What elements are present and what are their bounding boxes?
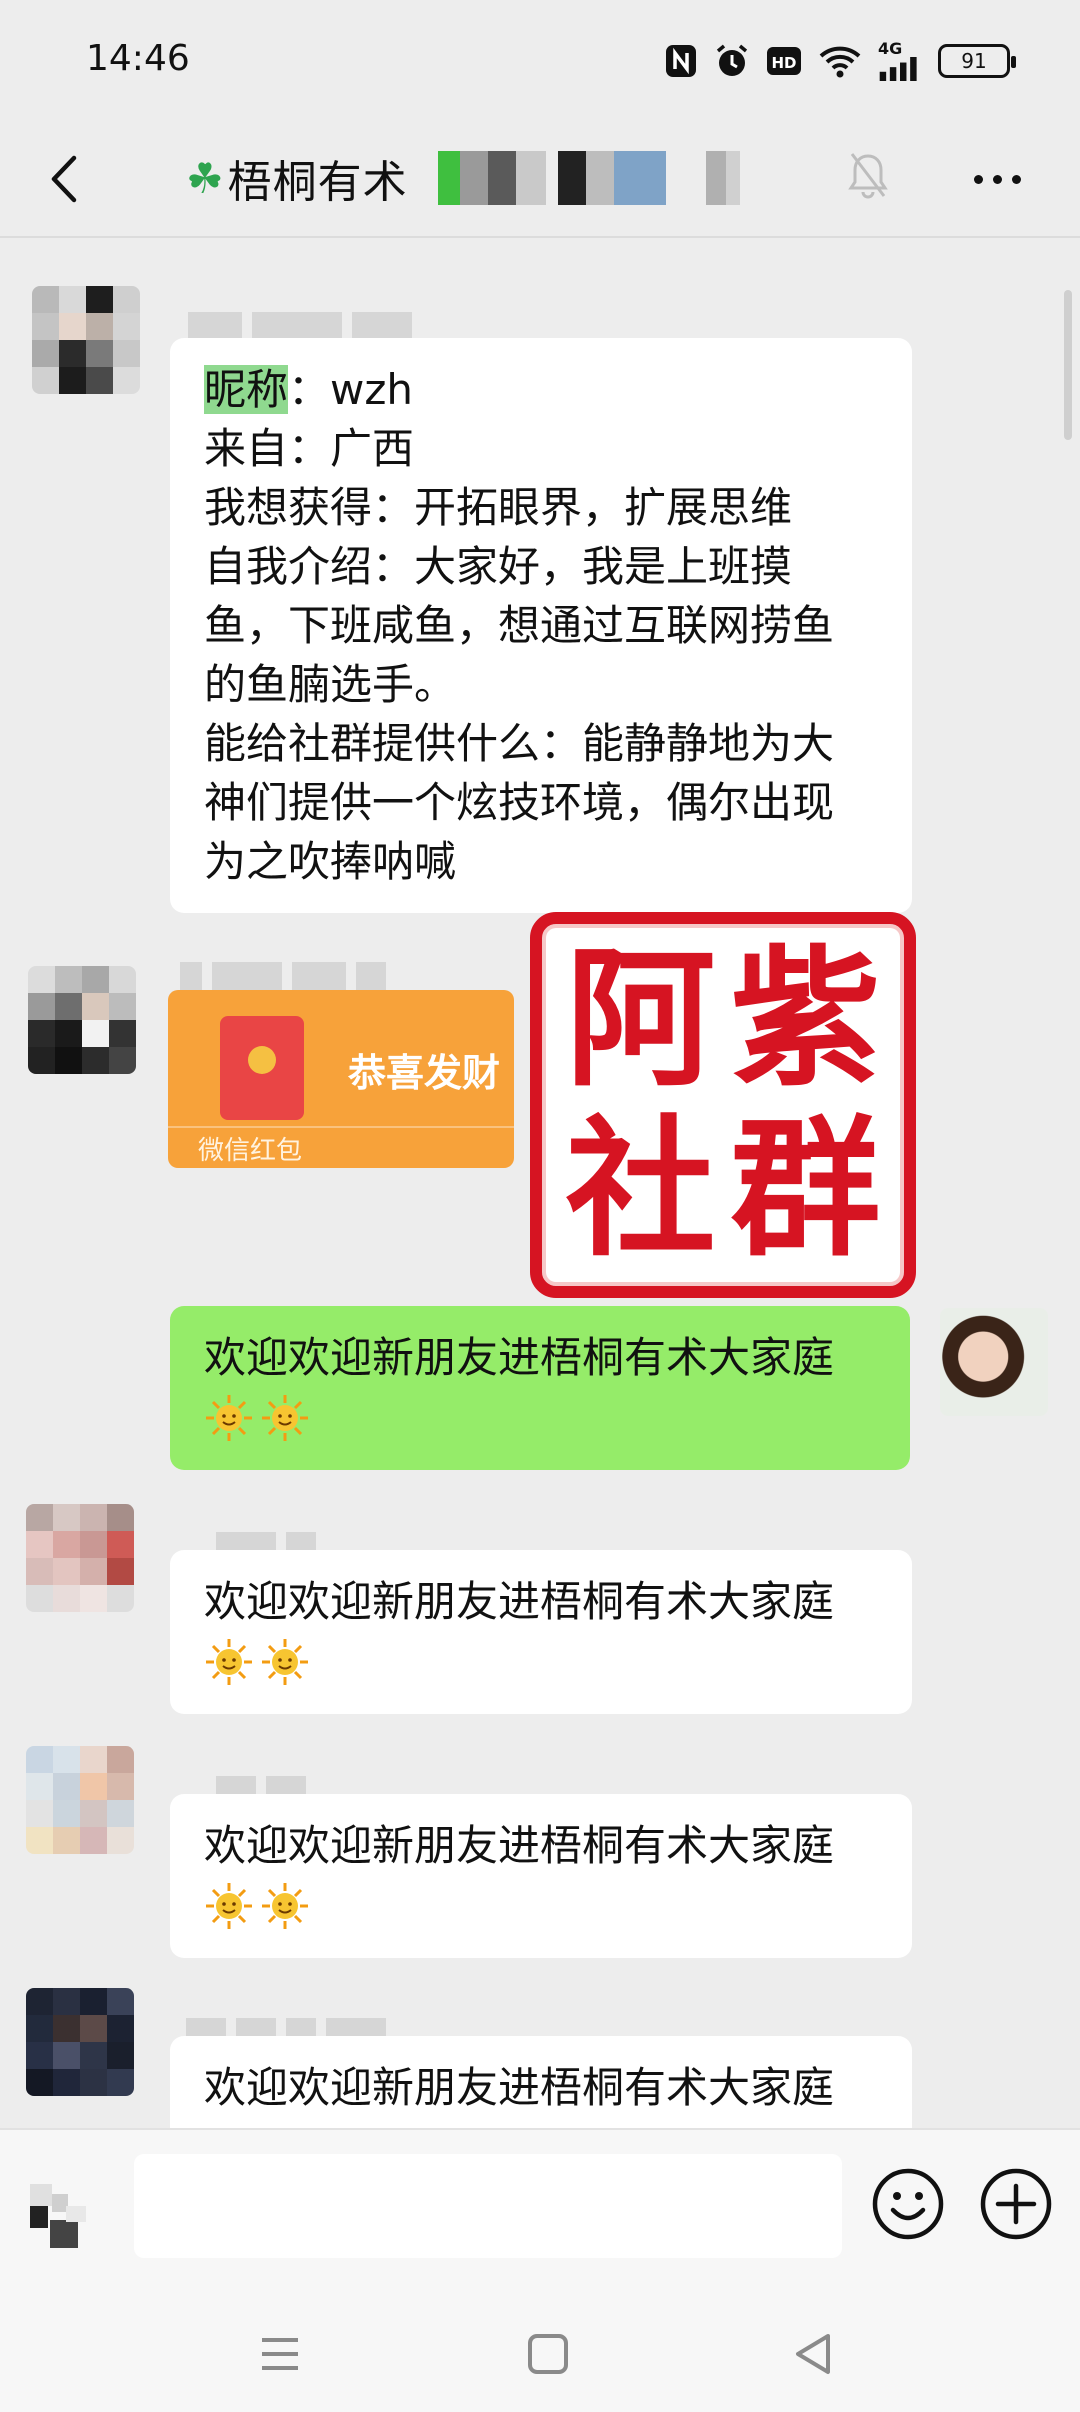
alarm-icon: [714, 41, 750, 81]
emoji-row: [204, 1393, 878, 1443]
sun-emoji-icon: [262, 1883, 308, 1929]
message-line: 鱼，下班咸鱼，想通过互联网捞鱼: [204, 601, 835, 650]
message-input[interactable]: [134, 2154, 842, 2258]
stamp-char: 紫: [730, 931, 881, 1107]
message-line: 神们提供一个炫技环境，偶尔出现: [204, 778, 835, 827]
wifi-icon: [818, 41, 862, 81]
avatar[interactable]: [28, 966, 136, 1074]
red-packet-card[interactable]: 恭喜发财 微信红包: [168, 990, 514, 1168]
red-packet-title: 恭喜发财: [348, 1051, 501, 1095]
dot: [993, 174, 1002, 184]
menu-icon: [262, 2338, 298, 2370]
battery-icon: 91: [938, 44, 1016, 78]
mute-bell-icon: [846, 148, 890, 204]
blurred-title-suffix: [437, 151, 740, 205]
voice-input-button[interactable]: [26, 2180, 96, 2252]
nfc-icon: [664, 41, 698, 81]
chat-header: ☘ 梧桐有术: [0, 120, 1080, 238]
sun-emoji-icon: [206, 1395, 252, 1441]
message-bubble[interactable]: 欢迎欢迎新朋友进梧桐有术大家庭: [170, 1794, 912, 1958]
message-line: 来自：广西: [204, 424, 415, 473]
more-functions-button[interactable]: [976, 2164, 1056, 2244]
sender-nickname: [180, 962, 386, 990]
message-bubble[interactable]: 昵称：wzh 来自：广西 我想获得：开拓眼界，扩展思维 自我介绍：大家好，我是上…: [170, 338, 912, 913]
cellular-signal-icon: 4G: [878, 41, 922, 81]
nav-home-button[interactable]: [508, 2314, 588, 2394]
stamp-char: 群: [730, 1101, 881, 1277]
message-line: 能给社群提供什么：能静静地为大: [204, 719, 835, 768]
message-line: 的鱼腩选手。: [204, 660, 457, 709]
dot: [1012, 174, 1021, 184]
avatar[interactable]: [26, 1746, 134, 1854]
nav-back-button[interactable]: [774, 2314, 854, 2394]
plus-circle-icon: [980, 2168, 1052, 2240]
red-packet-label: 微信红包: [198, 1136, 303, 1166]
smiley-icon: [872, 2168, 944, 2240]
message-bubble[interactable]: 欢迎欢迎新朋友进梧桐有术大家庭: [170, 1550, 912, 1714]
message-bubble[interactable]: 欢迎欢迎新朋友进梧桐有术大家庭: [170, 2036, 912, 2128]
stamp-char: 阿: [565, 931, 716, 1107]
home-square-icon: [528, 2334, 568, 2374]
battery-level: 91: [961, 49, 987, 73]
dot: [974, 174, 983, 184]
stamp-watermark: 阿 紫 社 群: [530, 912, 916, 1298]
chevron-left-icon: [51, 155, 77, 203]
avatar[interactable]: [26, 1988, 134, 2096]
input-bar: [0, 2128, 1080, 2292]
group-name: 梧桐有术: [227, 157, 408, 208]
self-avatar[interactable]: [940, 1308, 1048, 1416]
message-line: 为之吹捧呐喊: [204, 837, 457, 886]
hd-icon: HD: [766, 41, 802, 81]
avatar[interactable]: [32, 286, 140, 394]
sun-emoji-icon: [262, 1395, 308, 1441]
status-icons: HD 4G 91: [664, 40, 1016, 82]
message-text: 欢迎欢迎新朋友进梧桐有术大家庭: [204, 1821, 835, 1870]
hd-label: HD: [771, 54, 796, 72]
avatar[interactable]: [26, 1504, 134, 1612]
clover-icon: ☘: [186, 153, 224, 203]
system-nav-bar: [0, 2292, 1080, 2412]
emoji-button[interactable]: [868, 2164, 948, 2244]
sender-nickname: [188, 312, 412, 340]
emoji-row: [204, 1637, 880, 1687]
sun-emoji-icon: [206, 1639, 252, 1685]
sun-emoji-icon: [262, 1639, 308, 1685]
chat-title[interactable]: ☘ 梧桐有术: [186, 148, 740, 208]
network-type: 4G: [878, 39, 903, 58]
message-line: 自我介绍：大家好，我是上班摸: [204, 542, 793, 591]
back-triangle-icon: [796, 2334, 830, 2374]
highlighted-text: 昵称: [204, 365, 289, 414]
divider: [168, 1126, 514, 1128]
message-text: 欢迎欢迎新朋友进梧桐有术大家庭: [204, 2063, 835, 2112]
back-button[interactable]: [38, 144, 98, 214]
message-line: 我想获得：开拓眼界，扩展思维: [204, 483, 793, 532]
message-text: 欢迎欢迎新朋友进梧桐有术大家庭: [204, 1577, 835, 1626]
sun-emoji-icon: [206, 1883, 252, 1929]
nav-menu-button[interactable]: [240, 2314, 320, 2394]
red-envelope-icon: [220, 1016, 304, 1120]
message-text: 昵称：wzh: [204, 360, 880, 419]
message-text: 欢迎欢迎新朋友进梧桐有术大家庭: [204, 1333, 835, 1382]
voice-icon: [30, 2184, 86, 2248]
message-line: ：wzh: [288, 365, 414, 414]
message-bubble-self[interactable]: 欢迎欢迎新朋友进梧桐有术大家庭: [170, 1306, 910, 1470]
more-options-button[interactable]: [974, 164, 1034, 194]
status-bar: 14:46 HD 4G 91: [0, 0, 1080, 120]
emoji-row: [204, 1881, 880, 1931]
scrollbar[interactable]: [1064, 290, 1072, 440]
status-time: 14:46: [86, 38, 190, 79]
stamp-char: 社: [565, 1101, 716, 1277]
